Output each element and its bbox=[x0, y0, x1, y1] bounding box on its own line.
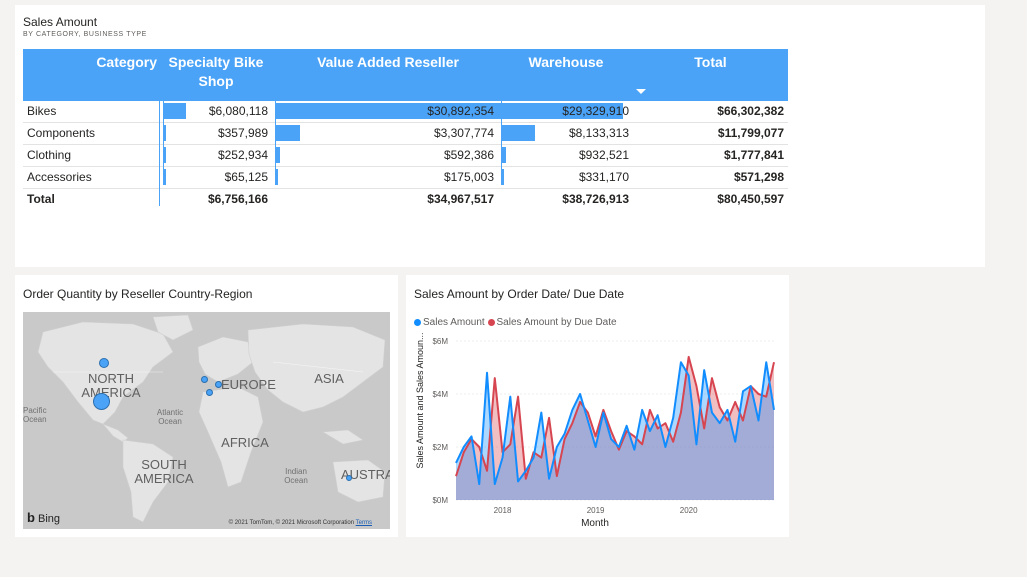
terms-link[interactable]: Terms bbox=[356, 520, 372, 526]
y-tick-label: $0M bbox=[432, 496, 448, 505]
table-row[interactable]: Accessories $65,125 $175,003 $331,170 $5… bbox=[23, 167, 788, 189]
y-tick-label: $4M bbox=[432, 390, 448, 399]
matrix-title: Sales Amount bbox=[23, 15, 98, 29]
x-tick-label: 2020 bbox=[680, 506, 698, 515]
land-asia bbox=[247, 323, 386, 413]
cell-total: $11,799,077 bbox=[717, 126, 784, 140]
land-europe bbox=[197, 336, 254, 383]
sort-descending-icon[interactable] bbox=[636, 89, 646, 94]
cell-specialty: $252,934 bbox=[217, 148, 268, 162]
world-map[interactable]: NORTH AMERICA SOUTH AMERICA EUROPE ASIA … bbox=[23, 312, 390, 529]
map-visual[interactable]: Order Quantity by Reseller Country-Regio… bbox=[15, 275, 398, 537]
cell-var: $175,003 bbox=[443, 170, 494, 184]
x-axis-title: Month bbox=[581, 518, 609, 529]
label-africa: AFRICA bbox=[221, 435, 269, 450]
total-specialty: $6,756,166 bbox=[207, 192, 268, 206]
bubble-united-states[interactable] bbox=[93, 393, 110, 410]
bubble-france[interactable] bbox=[206, 389, 213, 396]
land-indonesia bbox=[322, 429, 364, 445]
header-total[interactable]: Total bbox=[633, 53, 788, 72]
matrix-visual[interactable]: Sales Amount BY CATEGORY, BUSINESS TYPE … bbox=[15, 5, 985, 267]
map-copyright: © 2021 TomTom, © 2021 Microsoft Corporat… bbox=[229, 520, 372, 526]
matrix-subtitle: BY CATEGORY, BUSINESS TYPE bbox=[23, 31, 147, 38]
row-category: Bikes bbox=[27, 104, 57, 118]
label-atlantic-ocean: Atlantic Ocean bbox=[156, 408, 184, 426]
bing-logo: b Bing bbox=[27, 510, 60, 525]
cell-var: $592,386 bbox=[443, 148, 494, 162]
total-label: Total bbox=[27, 192, 55, 206]
bubble-australia[interactable] bbox=[346, 475, 352, 481]
cell-specialty: $357,989 bbox=[217, 126, 268, 140]
x-tick-label: 2018 bbox=[494, 506, 512, 515]
line-chart-plot[interactable]: $0M$2M$4M$6M2018 2019 2020MonthSales Amoun… bbox=[406, 275, 789, 537]
table-row[interactable]: Clothing $252,934 $592,386 $932,521 $1,7… bbox=[23, 145, 788, 167]
column-divider bbox=[159, 101, 160, 206]
line-area-chart-visual[interactable]: Sales Amount by Order Date/ Due Date Sal… bbox=[406, 275, 789, 537]
column-divider bbox=[275, 101, 276, 185]
total-warehouse: $38,726,913 bbox=[562, 192, 629, 206]
total-var: $34,967,517 bbox=[427, 192, 494, 206]
cell-warehouse: $29,329,910 bbox=[562, 104, 629, 118]
label-south-america: SOUTH AMERICA bbox=[134, 457, 194, 486]
cell-var: $30,892,354 bbox=[427, 104, 494, 118]
table-row[interactable]: Bikes $6,080,118 $30,892,354 $29,329,910… bbox=[23, 101, 788, 123]
matrix-table: Category Specialty Bike Shop Value Added… bbox=[23, 49, 788, 210]
cell-specialty: $6,080,118 bbox=[208, 104, 268, 118]
cell-warehouse: $8,133,313 bbox=[568, 126, 629, 140]
y-axis-title: Sales Amount and Sales Amoun... bbox=[415, 332, 425, 468]
bubble-germany[interactable] bbox=[215, 381, 222, 388]
bubble-united-kingdom[interactable] bbox=[201, 376, 208, 383]
cell-specialty: $65,125 bbox=[224, 170, 268, 184]
cell-var: $3,307,774 bbox=[433, 126, 494, 140]
header-warehouse[interactable]: Warehouse bbox=[501, 53, 631, 72]
header-specialty-bike-shop[interactable]: Specialty Bike Shop bbox=[166, 53, 266, 91]
cell-warehouse: $932,521 bbox=[578, 148, 629, 162]
cell-warehouse: $331,170 bbox=[578, 170, 629, 184]
row-category: Clothing bbox=[27, 148, 72, 162]
label-europe: EUROPE bbox=[221, 377, 276, 392]
cell-total: $571,298 bbox=[733, 170, 784, 184]
table-total-row[interactable]: Total $6,756,166 $34,967,517 $38,726,913… bbox=[23, 189, 788, 210]
label-asia: ASIA bbox=[314, 371, 344, 386]
matrix-body: Bikes $6,080,118 $30,892,354 $29,329,910… bbox=[23, 101, 788, 210]
row-category: Components bbox=[27, 126, 96, 140]
row-category: Accessories bbox=[27, 170, 92, 184]
y-tick-label: $6M bbox=[432, 337, 448, 346]
column-divider bbox=[163, 101, 164, 185]
y-tick-label: $2M bbox=[432, 443, 448, 452]
map-title: Order Quantity by Reseller Country-Regio… bbox=[23, 287, 253, 301]
bing-logo-icon: b bbox=[27, 510, 35, 525]
cell-total: $66,302,382 bbox=[717, 104, 784, 118]
area-sales-amount bbox=[456, 362, 774, 500]
x-tick-label: 2019 bbox=[587, 506, 605, 515]
label-indian-ocean: Indian Ocean bbox=[284, 467, 308, 485]
map-landmass bbox=[37, 314, 386, 523]
matrix-header: Category Specialty Bike Shop Value Added… bbox=[23, 49, 788, 101]
cell-total: $1,777,841 bbox=[723, 148, 784, 162]
label-pacific-ocean: Pacific Ocean bbox=[23, 406, 47, 424]
bing-brand-text: Bing bbox=[38, 513, 61, 525]
table-row[interactable]: Components $357,989 $3,307,774 $8,133,31… bbox=[23, 123, 788, 145]
label-north-america: NORTH AMERICA bbox=[81, 371, 141, 400]
header-value-added-reseller[interactable]: Value Added Reseller bbox=[283, 53, 493, 72]
copyright-text: © 2021 TomTom, © 2021 Microsoft Corporat… bbox=[228, 520, 355, 526]
land-central-america bbox=[102, 423, 129, 443]
bubble-canada[interactable] bbox=[99, 358, 109, 368]
total-total: $80,450,597 bbox=[717, 192, 784, 206]
column-divider bbox=[501, 101, 502, 185]
header-category[interactable]: Category bbox=[23, 53, 157, 72]
